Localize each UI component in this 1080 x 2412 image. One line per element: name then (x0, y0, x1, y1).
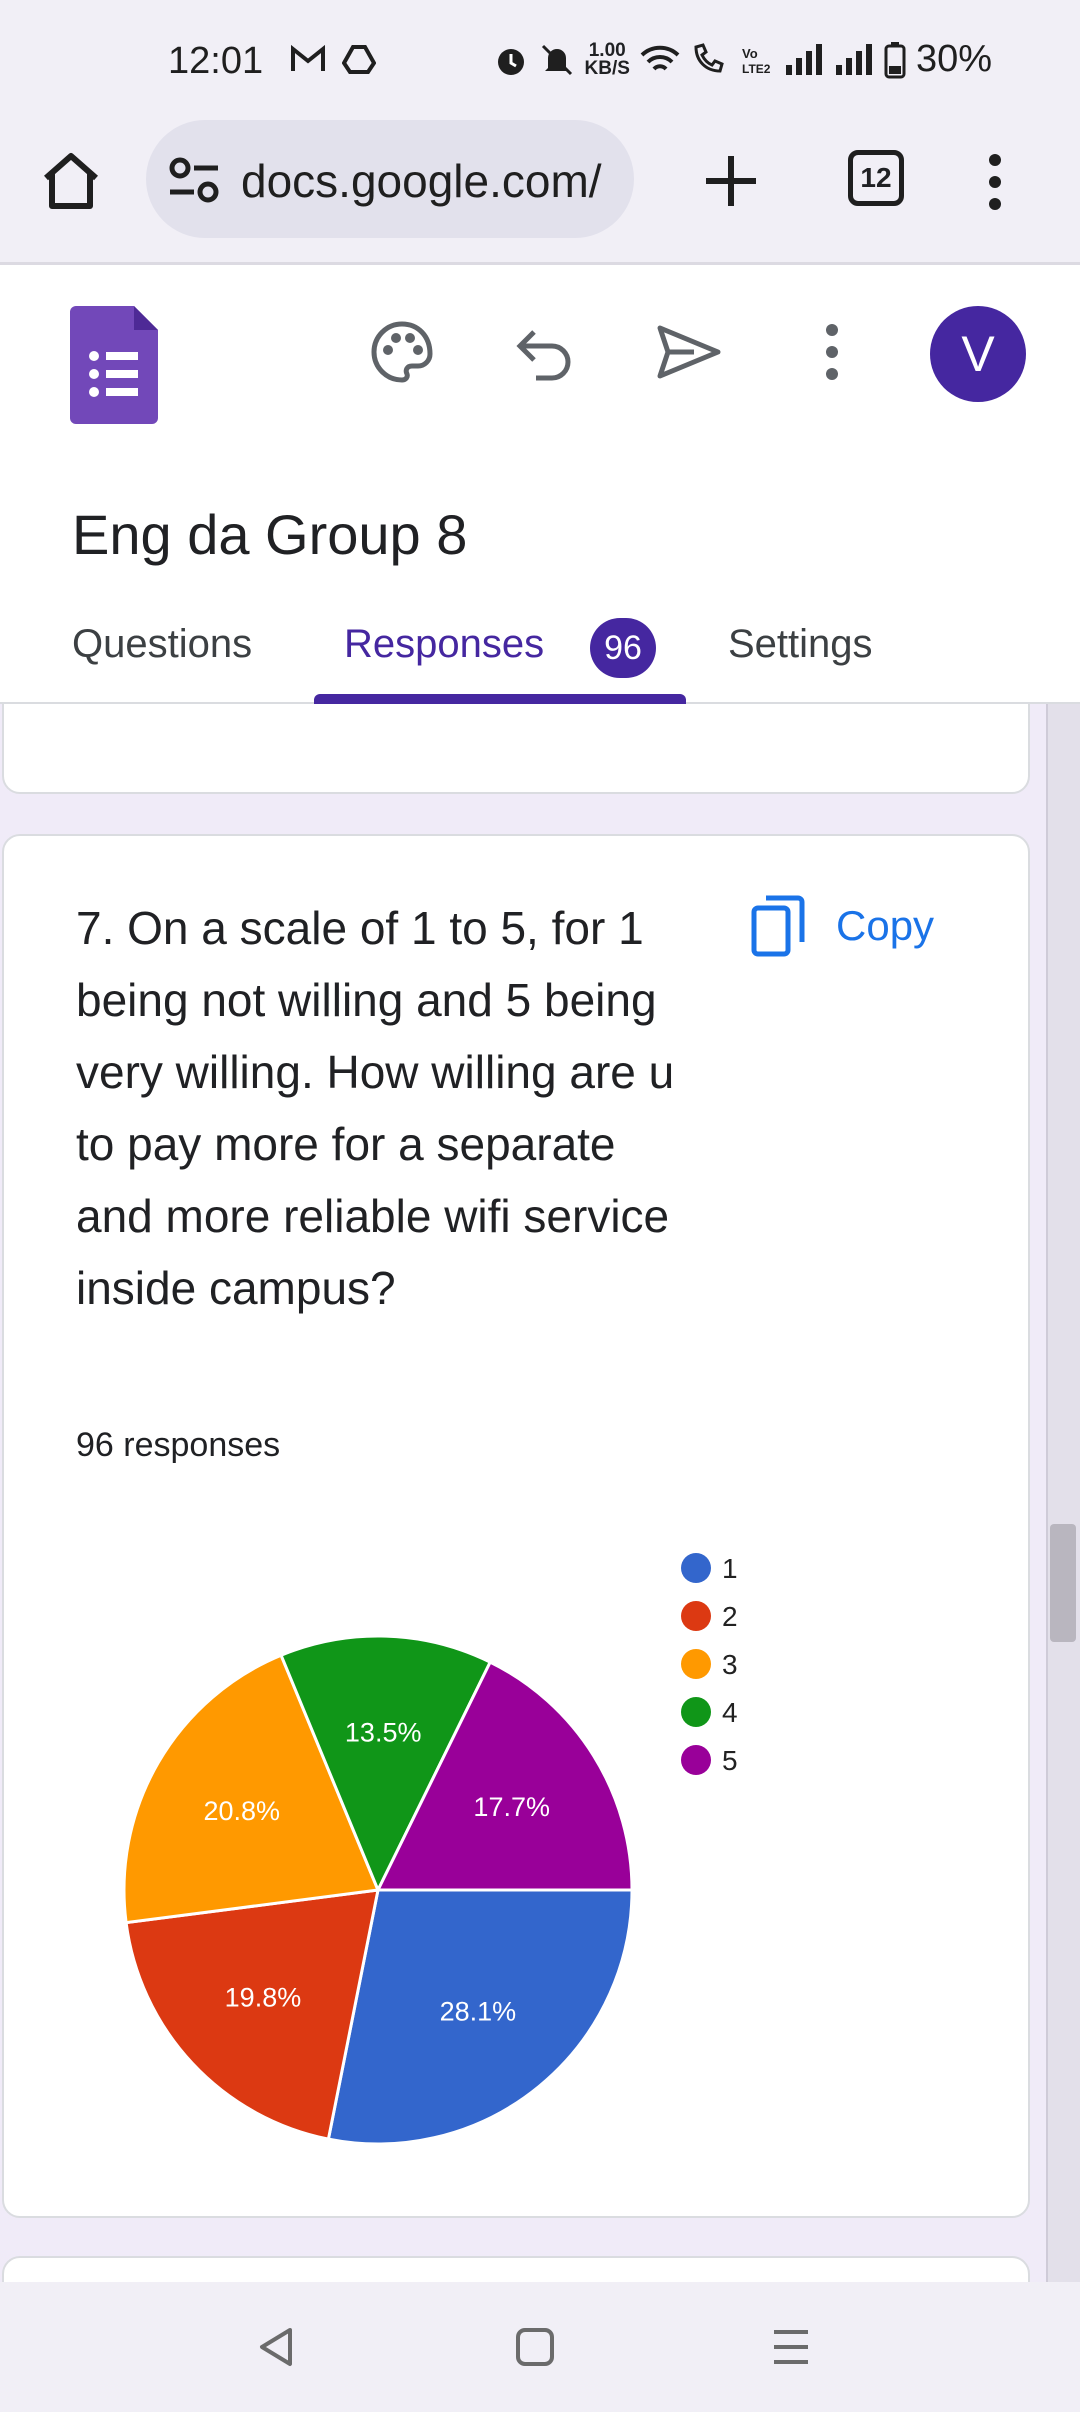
network-speed-unit: KB/S (584, 57, 630, 79)
pie-chart: 28.1% 19.8% 20.8% 13.5% 17.7% 1 2 3 4 5 (122, 1553, 738, 2146)
status-notification-icons (290, 44, 376, 74)
copy-label: Copy (836, 902, 935, 949)
tab-responses[interactable]: Responses (344, 622, 544, 667)
browser-toolbar: docs.google.com/ 12 (0, 120, 1080, 265)
signal-icon-2 (835, 43, 872, 75)
next-question-card (2, 2256, 1030, 2282)
home-icon[interactable] (38, 148, 104, 214)
svg-text:LTE2: LTE2 (742, 62, 771, 76)
site-settings-icon[interactable] (166, 152, 222, 208)
question-text: 7. On a scale of 1 to 5, for 1 being not… (76, 902, 675, 1314)
legend-marker-3 (681, 1649, 711, 1679)
status-system-icons: 1.00 KB/S Vo LTE2 30% (493, 38, 992, 81)
wifi-calling-icon (694, 42, 724, 73)
more-options-icon[interactable] (798, 318, 866, 386)
slice-label-2: 19.8% (225, 1983, 302, 2013)
legend-label-5: 5 (722, 1745, 738, 1776)
legend-label-1: 1 (722, 1553, 738, 1584)
network-speed-value: 1.00 (588, 39, 626, 61)
copy-icon (751, 895, 805, 957)
home-nav-icon[interactable] (510, 2322, 560, 2372)
account-avatar[interactable]: V (930, 306, 1026, 402)
tab-settings[interactable]: Settings (728, 622, 873, 667)
legend-label-3: 3 (722, 1649, 738, 1680)
drive-icon (342, 45, 376, 74)
slice-label-1: 28.1% (440, 1997, 517, 2027)
scrollbar-track[interactable] (1046, 704, 1080, 2282)
send-icon[interactable] (654, 318, 722, 386)
active-tab-indicator (314, 694, 686, 704)
slice-label-3: 20.8% (203, 1796, 280, 1826)
alarm-icon (497, 48, 524, 75)
slice-label-4: 13.5% (345, 1718, 422, 1748)
network-speed: 1.00 KB/S (584, 39, 630, 79)
responses-count: 96 responses (76, 1426, 281, 1464)
slice-label-5: 17.7% (473, 1792, 550, 1822)
question-summary-card: 7. On a scale of 1 to 5, for 1 being not… (2, 834, 1030, 2218)
gmail-icon (291, 44, 325, 71)
tab-questions[interactable]: Questions (72, 622, 252, 667)
legend-marker-5 (681, 1745, 711, 1775)
responses-count-badge: 96 (590, 618, 656, 678)
new-tab-icon[interactable] (700, 150, 762, 212)
address-bar[interactable]: docs.google.com/ (146, 120, 634, 238)
more-menu-icon[interactable] (980, 152, 1010, 212)
url-text: docs.google.com/ (241, 155, 602, 207)
signal-icon-1 (785, 43, 822, 75)
wifi-icon (640, 45, 680, 71)
system-navigation-bar (0, 2282, 1080, 2412)
mute-icon (541, 44, 572, 75)
legend-label-4: 4 (722, 1697, 738, 1728)
legend-marker-1 (681, 1553, 711, 1583)
status-time: 12:01 (168, 40, 264, 82)
form-title: Eng da Group 8 (72, 503, 468, 566)
legend-marker-2 (681, 1601, 711, 1631)
undo-icon[interactable] (512, 318, 580, 386)
google-forms-logo[interactable] (70, 306, 158, 424)
form-tabs: Questions Responses 96 Settings (0, 600, 1080, 704)
back-icon[interactable] (252, 2322, 302, 2372)
previous-question-card (2, 704, 1030, 794)
copy-chart-button[interactable]: Copy (750, 894, 934, 958)
responses-content[interactable]: 7. On a scale of 1 to 5, for 1 being not… (0, 704, 1080, 2282)
battery-level: 30% (915, 38, 992, 80)
battery-icon (884, 41, 906, 78)
status-bar: 12:01 1.00 KB/S Vo LTE2 30% (0, 0, 1080, 120)
recents-icon[interactable] (766, 2322, 816, 2372)
volte-icon: VoLTE2 (742, 46, 771, 76)
scrollbar-thumb[interactable] (1050, 1524, 1076, 1642)
palette-icon[interactable] (368, 318, 436, 386)
legend-label-2: 2 (722, 1601, 738, 1632)
legend-marker-4 (681, 1697, 711, 1727)
tab-switcher-button[interactable]: 12 (848, 150, 904, 206)
svg-text:Vo: Vo (742, 46, 758, 61)
